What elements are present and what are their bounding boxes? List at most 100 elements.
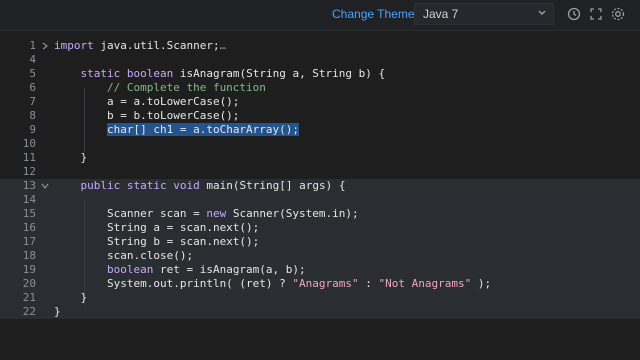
code-line[interactable]: 13 public static void main(String[] args… (0, 179, 640, 193)
code-token: } (54, 291, 88, 304)
code-line[interactable]: 16 String a = scan.next(); (0, 221, 640, 235)
code-token: isAnagram(String a, String b) { (173, 67, 386, 80)
code-text: String a = scan.next(); (54, 221, 259, 235)
code-token: static (126, 179, 167, 192)
editor-toolbar: Change Theme Java 7 (0, 0, 640, 31)
line-number: 9 (29, 123, 36, 136)
line-number: 14 (22, 193, 36, 206)
code-token: : (358, 277, 379, 290)
settings-icon[interactable] (610, 6, 626, 22)
code-text: char[] ch1 = a.toCharArray(); (54, 123, 300, 137)
code-token: ret = isAnagram(a, b); (153, 263, 306, 276)
line-number: 7 (29, 95, 36, 108)
code-text: public static void main(String[] args) { (54, 179, 346, 193)
code-text: import java.util.Scanner;… (54, 39, 226, 53)
line-number: 13 (22, 179, 36, 192)
line-number: 19 (22, 263, 36, 276)
selected-text: char[] ch1 = a.toCharArray(); (106, 123, 300, 136)
code-token: a = a.toLowerCase(); (54, 95, 240, 108)
code-line[interactable]: 11 } (0, 151, 640, 165)
change-theme-link[interactable]: Change Theme (332, 7, 415, 21)
code-editor[interactable]: 1 import java.util.Scanner;… 4 5 static boo… (0, 36, 640, 360)
code-line[interactable]: 10 (0, 137, 640, 151)
line-number: 10 (22, 137, 36, 150)
code-line[interactable]: 19 boolean ret = isAnagram(a, b); (0, 263, 640, 277)
code-token: String b = scan.next(); (54, 235, 260, 248)
line-number: 17 (22, 235, 36, 248)
code-line[interactable]: 15 Scanner scan = new Scanner(System.in)… (0, 207, 640, 221)
code-line[interactable]: 17 String b = scan.next(); (0, 235, 640, 249)
code-token: } (54, 151, 88, 164)
code-line[interactable]: 21 } (0, 291, 640, 305)
fold-collapsed-icon[interactable] (40, 41, 50, 51)
code-token: Scanner scan = (54, 207, 207, 220)
language-select-value: Java 7 (423, 7, 459, 21)
code-text: scan.close(); (54, 249, 193, 263)
code-token: main(String[] args) { (199, 179, 346, 192)
code-line[interactable]: 5 static boolean isAnagram(String a, Str… (0, 67, 640, 81)
history-icon[interactable] (566, 6, 582, 22)
code-token: "Anagrams" (292, 277, 359, 290)
code-token: boolean (106, 263, 154, 276)
code-token: scan.close(); (54, 249, 194, 262)
code-line[interactable]: 22} (0, 305, 640, 319)
fullscreen-icon[interactable] (588, 6, 604, 22)
code-token: String a = scan.next(); (54, 221, 260, 234)
code-text: boolean ret = isAnagram(a, b); (54, 263, 306, 277)
code-token: public (80, 179, 121, 192)
chevron-down-icon (538, 10, 546, 15)
code-line[interactable]: 1 import java.util.Scanner;… (0, 39, 640, 53)
line-number: 8 (29, 109, 36, 122)
code-text: String b = scan.next(); (54, 235, 259, 249)
line-number: 1 (29, 39, 36, 52)
code-line[interactable]: 9 char[] ch1 = a.toCharArray(); (0, 123, 640, 137)
line-number: 21 (22, 291, 36, 304)
line-number: 18 (22, 249, 36, 262)
line-number: 11 (22, 151, 36, 164)
code-line[interactable]: 7 a = a.toLowerCase(); (0, 95, 640, 109)
code-token: new (206, 207, 227, 220)
code-token: void (173, 179, 200, 192)
code-token: "Not Anagrams" (378, 277, 472, 290)
line-number: 20 (22, 277, 36, 290)
line-number: 4 (29, 53, 36, 66)
code-text: } (54, 291, 87, 305)
code-text: a = a.toLowerCase(); (54, 95, 239, 109)
code-line[interactable]: 6 // Complete the function (0, 81, 640, 95)
line-number: 22 (22, 305, 36, 318)
code-text: Scanner scan = new Scanner(System.in); (54, 207, 359, 221)
line-number: 5 (29, 67, 36, 80)
code-token: b = b.toLowerCase(); (54, 109, 240, 122)
line-number: 15 (22, 207, 36, 220)
code-line[interactable]: 20 System.out.println( (ret) ? "Anagrams… (0, 277, 640, 291)
code-line[interactable]: 4 (0, 53, 640, 67)
code-token: static (80, 67, 121, 80)
code-token: java.util.Scanner; (93, 39, 220, 52)
code-token: ); (471, 277, 492, 290)
code-line[interactable]: 8 b = b.toLowerCase(); (0, 109, 640, 123)
code-text: } (54, 151, 87, 165)
line-number: 12 (22, 165, 36, 178)
fold-expanded-icon[interactable] (40, 181, 50, 191)
code-line[interactable]: 12 (0, 165, 640, 179)
code-text: // Complete the function (54, 81, 266, 95)
code-text: b = b.toLowerCase(); (54, 109, 239, 123)
code-token: boolean (126, 67, 174, 80)
code-line[interactable]: 18 scan.close(); (0, 249, 640, 263)
code-text: } (54, 305, 61, 319)
code-token: // Complete the function (54, 81, 266, 94)
code-line[interactable]: 14 (0, 193, 640, 207)
code-token: Scanner(System.in); (226, 207, 359, 220)
code-text: static boolean isAnagram(String a, Strin… (54, 67, 386, 81)
line-number: 6 (29, 81, 36, 94)
language-select[interactable]: Java 7 (414, 3, 554, 25)
code-token: import (54, 39, 94, 52)
line-number: 16 (22, 221, 36, 234)
code-token: … (219, 39, 227, 52)
code-text: System.out.println( (ret) ? "Anagrams" :… (54, 277, 491, 291)
code-token: } (54, 305, 61, 318)
